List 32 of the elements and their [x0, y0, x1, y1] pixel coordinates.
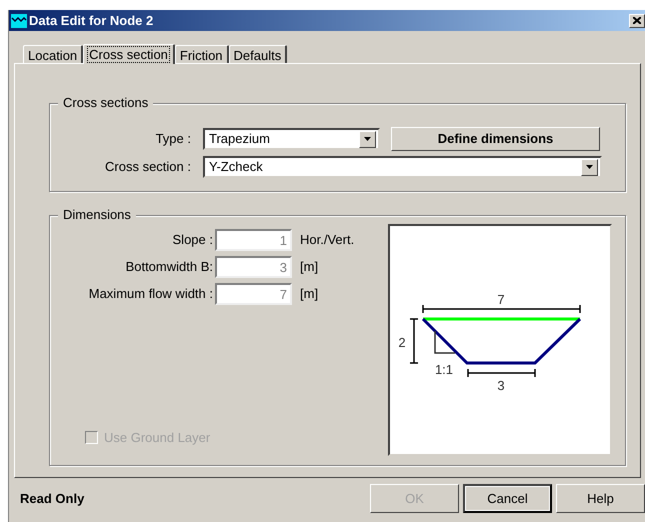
- tab[interactable]: Defaults: [228, 45, 288, 63]
- bottom-width-dimension-line: [467, 369, 536, 377]
- dropdown-field[interactable]: Y-Zcheck: [203, 156, 602, 178]
- unit-label: [m]: [300, 258, 318, 276]
- dialog-button[interactable]: Help: [556, 484, 645, 513]
- status-text: Read Only: [20, 490, 84, 508]
- caret-icon: [586, 165, 593, 169]
- caret-icon: [364, 137, 371, 141]
- field-label: Type :: [154, 130, 192, 148]
- slope-label: 1:1: [434, 362, 454, 377]
- field-label: Slope :: [172, 231, 214, 250]
- close-button[interactable]: [629, 14, 645, 28]
- field-label: Cross section :: [104, 158, 192, 176]
- dialog-button[interactable]: Cancel: [463, 484, 552, 513]
- field-label: Maximum flow width :: [88, 285, 214, 304]
- dropdown-button[interactable]: [359, 130, 376, 148]
- dimension-label: 7: [497, 292, 505, 307]
- field-label: Bottomwidth B:: [124, 258, 214, 276]
- tab[interactable]: Location: [23, 45, 84, 63]
- app-icon: [11, 14, 27, 28]
- window-title: Data Edit for Node 2: [29, 12, 154, 30]
- dropdown-button[interactable]: [581, 158, 598, 176]
- dimension-label: 3: [497, 378, 505, 393]
- close-icon: [633, 17, 641, 24]
- define-dimensions-button[interactable]: Define dimensions: [391, 127, 600, 151]
- depth-dimension-line: [410, 318, 418, 364]
- unit-label: Hor./Vert.: [300, 231, 354, 250]
- unit-label: [m]: [300, 285, 318, 304]
- tab[interactable]: Friction: [174, 45, 229, 63]
- dimension-label: 2: [398, 335, 406, 350]
- dropdown-field[interactable]: Trapezium: [203, 128, 380, 150]
- tab[interactable]: Cross section: [83, 44, 175, 64]
